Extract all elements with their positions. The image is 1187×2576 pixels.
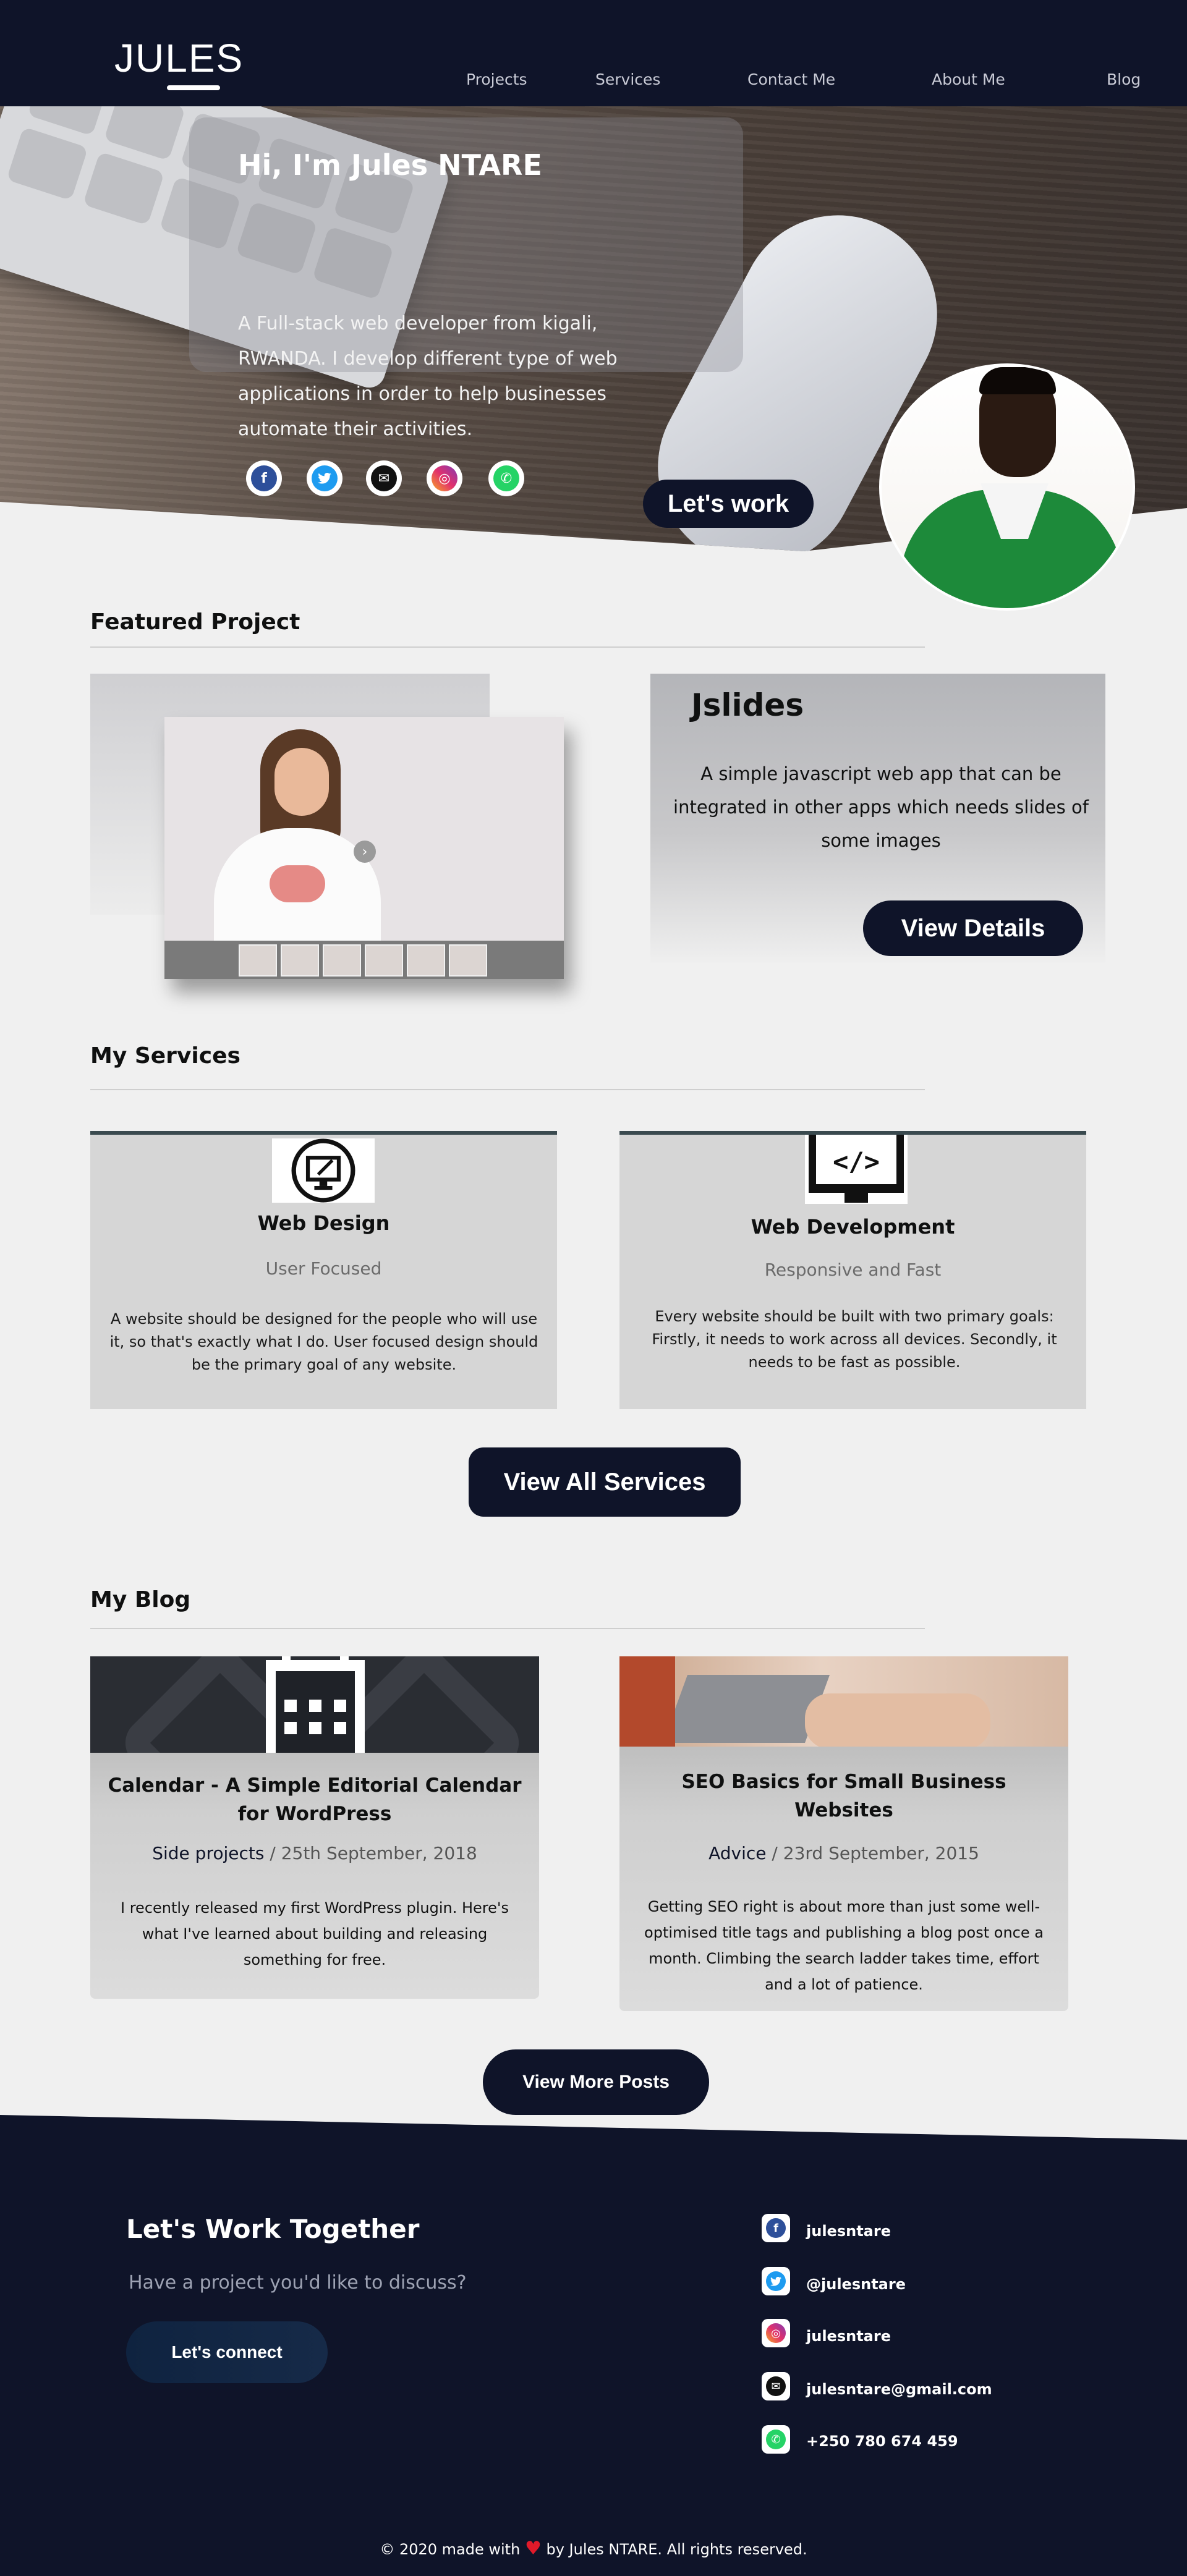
slide-photo (202, 729, 387, 970)
view-more-posts-button[interactable]: View More Posts (483, 2049, 709, 2115)
slide-thumbnail[interactable] (281, 944, 319, 977)
blog-post-date: 23rd September, 2015 (783, 1843, 979, 1863)
footer-title: Let's Work Together (126, 2214, 420, 2244)
featured-project-heading: Featured Project (90, 609, 300, 635)
twitter-icon (766, 2271, 786, 2291)
nav-link-services[interactable]: Services (595, 70, 660, 88)
footer-email-link[interactable]: ✉ (762, 2372, 790, 2400)
instagram-icon: ◎ (766, 2323, 786, 2343)
instagram-icon: ◎ (432, 465, 457, 491)
site-logo[interactable]: JULES (114, 38, 244, 78)
section-divider (90, 1089, 925, 1090)
footer-twitter-link[interactable] (762, 2267, 790, 2295)
hero-title: Hi, I'm Jules NTARE (238, 148, 542, 182)
blog-post-excerpt: I recently released my first WordPress p… (121, 1899, 509, 1968)
whatsapp-link[interactable]: ✆ (488, 460, 524, 496)
service-description: A website should be designed for the peo… (109, 1310, 538, 1373)
service-card-web-development: </> Web Development Responsive and Fast … (619, 1131, 1086, 1409)
twitter-icon (312, 465, 338, 491)
contact-whatsapp[interactable]: +250 780 674 459 (806, 2433, 958, 2450)
view-details-button[interactable]: View Details (863, 900, 1083, 956)
blog-cover-image (619, 1656, 1068, 1747)
slide-thumbnail[interactable] (323, 944, 361, 977)
instagram-link[interactable]: ◎ (427, 460, 462, 496)
facebook-icon: f (766, 2218, 786, 2238)
section-divider (90, 1628, 925, 1629)
blog-post-meta: Advice / 23rd September, 2015 (619, 1843, 1068, 1863)
service-description: Every website should be built with two p… (652, 1308, 1057, 1371)
hero-intro-line: applications in order to help businesses (238, 383, 606, 405)
project-description: A simple javascript web app that can be … (673, 763, 1089, 851)
project-preview-image[interactable]: › (164, 717, 564, 979)
blog-post-category[interactable]: Side projects (152, 1843, 264, 1863)
blog-card-calendar[interactable]: Calendar - A Simple Editorial Calendar f… (90, 1656, 539, 1999)
slide-thumbnails (164, 941, 564, 979)
nav-link-projects[interactable]: Projects (466, 70, 527, 88)
view-all-services-button[interactable]: View All Services (469, 1447, 741, 1517)
email-icon: ✉ (371, 465, 397, 491)
blog-post-meta: Side projects / 25th September, 2018 (90, 1843, 539, 1863)
svg-text:</>: </> (833, 1146, 880, 1177)
contact-twitter[interactable]: @julesntare (806, 2276, 906, 2293)
nav-link-contact[interactable]: Contact Me (747, 70, 835, 88)
blog-post-date: 25th September, 2018 (281, 1843, 477, 1863)
slide-thumbnail[interactable] (407, 944, 445, 977)
calendar-icon (263, 1656, 367, 1753)
blog-post-category[interactable]: Advice (708, 1843, 766, 1863)
contact-instagram[interactable]: julesntare (806, 2328, 891, 2345)
service-name: Web Development (751, 1215, 955, 1239)
slide-thumbnail[interactable] (239, 944, 277, 977)
blog-post-title[interactable]: Calendar - A Simple Editorial Calendar f… (104, 1771, 525, 1828)
footer-instagram-link[interactable]: ◎ (762, 2319, 790, 2347)
project-name: Jslides (691, 687, 804, 723)
lets-connect-button[interactable]: Let's connect (126, 2321, 328, 2383)
profile-photo (879, 363, 1135, 611)
email-link[interactable]: ✉ (366, 460, 402, 496)
slide-thumbnail[interactable] (365, 944, 403, 977)
hero-intro-line: RWANDA. I develop different type of web (238, 348, 618, 370)
logo-underline (167, 85, 220, 90)
meta-separator: / (772, 1843, 783, 1863)
footer-subtitle: Have a project you'd like to discuss? (129, 2272, 467, 2294)
services-heading: My Services (90, 1043, 240, 1069)
contact-facebook[interactable]: julesntare (806, 2222, 891, 2240)
copyright-text: © 2020 made with ♥ by Jules NTARE. All r… (0, 2538, 1187, 2559)
facebook-icon: f (251, 465, 277, 491)
hero-intro-text: A Full-stack web developer from kigali, … (238, 306, 646, 447)
whatsapp-icon: ✆ (766, 2430, 786, 2449)
hero-intro-line: A Full-stack web developer from kigali, (238, 313, 598, 334)
whatsapp-icon: ✆ (493, 465, 519, 491)
blog-heading: My Blog (90, 1587, 191, 1612)
service-tagline: User Focused (265, 1258, 382, 1279)
email-icon: ✉ (766, 2376, 786, 2396)
blog-post-title[interactable]: SEO Basics for Small Business Websites (634, 1768, 1054, 1824)
section-divider (90, 646, 925, 648)
blog-post-excerpt: Getting SEO right is about more than jus… (644, 1898, 1044, 1993)
lets-work-button[interactable]: Let's work (643, 480, 814, 528)
meta-separator: / (270, 1843, 281, 1863)
nav-link-blog[interactable]: Blog (1107, 70, 1141, 88)
service-name: Web Design (257, 1211, 390, 1235)
nav-link-about[interactable]: About Me (932, 70, 1005, 88)
service-tagline: Responsive and Fast (764, 1260, 942, 1280)
twitter-link[interactable] (307, 460, 342, 496)
top-nav: JULES Projects Services Contact Me About… (0, 0, 1187, 106)
blog-card-seo[interactable]: SEO Basics for Small Business Websites A… (619, 1656, 1068, 2011)
slide-thumbnail[interactable] (449, 944, 487, 977)
contact-email[interactable]: julesntare@gmail.com (806, 2381, 992, 2398)
footer-facebook-link[interactable]: f (762, 2214, 790, 2242)
copyright-prefix: © 2020 made with (380, 2541, 521, 2558)
hero-intro-line: automate their activities. (238, 418, 473, 440)
chevron-right-icon[interactable]: › (354, 841, 376, 863)
copyright-suffix: by Jules NTARE. All rights reserved. (546, 2541, 807, 2558)
footer-whatsapp-link[interactable]: ✆ (762, 2425, 790, 2454)
monitor-design-icon (272, 1138, 375, 1203)
service-card-web-design: Web Design User Focused A website should… (90, 1131, 557, 1409)
heart-icon: ♥ (524, 2538, 542, 2559)
facebook-link[interactable]: f (246, 460, 282, 496)
code-monitor-icon: </> (805, 1135, 908, 1204)
